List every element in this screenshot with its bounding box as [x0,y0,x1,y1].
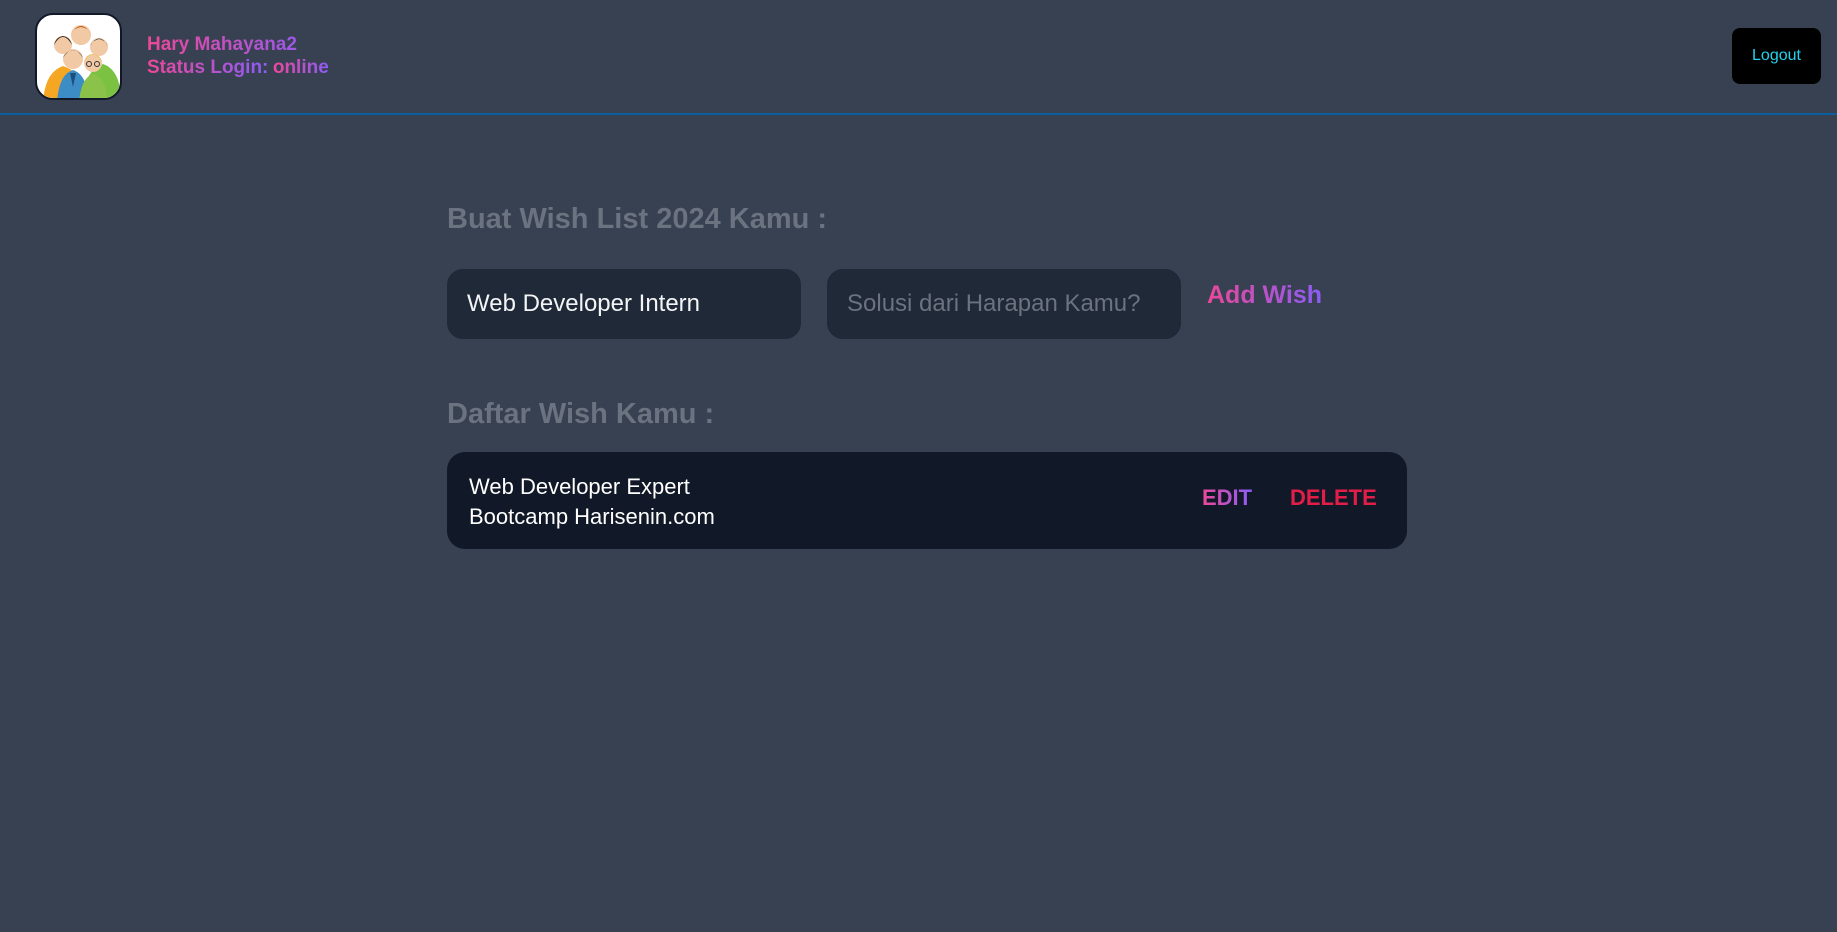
top-bar: Hary Mahayana2 Status Login: online Logo… [0,0,1837,115]
create-wish-title: Buat Wish List 2024 Kamu : [447,203,828,235]
delete-button[interactable]: DELETE [1290,485,1377,511]
status-label: Status Login: [147,57,269,78]
solution-input[interactable] [827,269,1181,339]
wish-content: Web Developer Expert Bootcamp Harisenin.… [469,472,715,532]
edit-label: EDIT [1202,485,1253,510]
add-wish-button[interactable]: Add Wish [1207,281,1322,310]
wish-title: Web Developer Expert [469,474,690,499]
user-info: Hary Mahayana2 Status Login: online [147,33,329,80]
login-status: Status Login: online [147,56,329,80]
edit-button[interactable]: EDIT [1202,485,1252,511]
team-people-icon [35,13,122,100]
logout-button[interactable]: Logout [1732,28,1821,84]
wish-list-title: Daftar Wish Kamu : [447,398,715,430]
wish-solution: Bootcamp Harisenin.com [469,504,715,529]
list-item: Web Developer Expert Bootcamp Harisenin.… [447,452,1407,549]
wish-input[interactable] [447,269,801,339]
user-name: Hary Mahayana2 [147,33,329,56]
status-value: online [272,57,329,78]
add-wish-label: Add Wish [1207,281,1323,309]
